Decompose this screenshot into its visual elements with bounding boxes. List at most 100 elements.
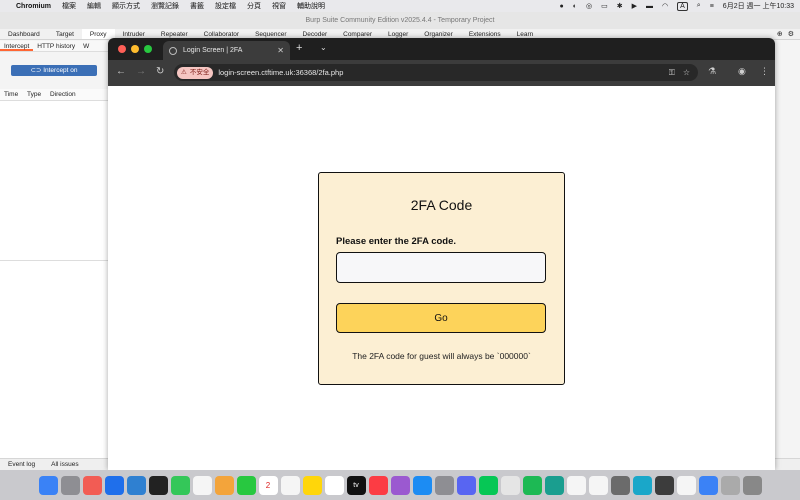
app-icon[interactable] <box>654 475 674 495</box>
apple-tv-icon[interactable]: tv <box>346 475 366 495</box>
app-icon[interactable] <box>632 475 652 495</box>
column-direction[interactable]: Direction <box>46 89 76 100</box>
bluetooth-icon[interactable]: ✱ <box>617 2 623 10</box>
menu-tab[interactable]: 分頁 <box>247 1 261 11</box>
spotify-icon[interactable] <box>522 475 542 495</box>
burp-table-header: Time Type Direction <box>0 89 110 101</box>
close-window-button[interactable] <box>118 45 126 53</box>
burp-all-issues-tab[interactable]: All issues <box>43 459 86 470</box>
minimize-window-button[interactable] <box>131 45 139 53</box>
status-app-icon[interactable]: ◐ <box>573 3 577 10</box>
finder-icon[interactable] <box>38 475 58 495</box>
back-arrow-icon[interactable]: ← <box>116 66 126 77</box>
kebab-menu-icon[interactable]: ⋮ <box>760 66 769 77</box>
terminal-icon[interactable] <box>148 475 168 495</box>
twofa-code-input[interactable] <box>336 252 546 283</box>
menu-history[interactable]: 瀏覽記錄 <box>151 1 179 11</box>
app-icon[interactable] <box>566 475 586 495</box>
window-controls <box>118 45 152 53</box>
app-icon[interactable] <box>676 475 696 495</box>
column-time[interactable]: Time <box>0 89 23 100</box>
music-icon[interactable] <box>368 475 388 495</box>
safari-icon[interactable] <box>104 475 124 495</box>
input-source-icon[interactable]: A <box>677 1 688 11</box>
app-icon[interactable] <box>544 475 564 495</box>
line-icon[interactable] <box>478 475 498 495</box>
spotlight-search-icon[interactable]: ⌕ <box>697 2 701 10</box>
browser-tab-active[interactable]: Login Screen | 2FA ✕ <box>163 41 290 60</box>
burp-tab-target[interactable]: Target <box>48 29 82 39</box>
messages-icon[interactable] <box>170 475 190 495</box>
burp-subtab-websockets[interactable]: W <box>79 41 93 51</box>
flask-icon[interactable]: ⚗ <box>708 66 716 77</box>
contacts-icon[interactable] <box>280 475 300 495</box>
column-type[interactable]: Type <box>23 89 46 100</box>
burp-pane-divider[interactable] <box>0 260 110 261</box>
new-tab-button[interactable]: + <box>296 42 302 54</box>
calendar-icon[interactable]: 2 <box>258 475 278 495</box>
status-app-icon[interactable]: ▭ <box>601 2 608 10</box>
app-icon[interactable] <box>610 475 630 495</box>
url-text[interactable]: login-screen.ctftime.uk:36368/2fa.php <box>218 68 343 77</box>
control-center-icon[interactable]: ≡ <box>710 3 714 10</box>
menubar-clock[interactable]: 6月2日 週一 上午10:33 <box>723 1 794 11</box>
twofa-card: 2FA Code Please enter the 2FA code. Go T… <box>318 172 565 385</box>
burp-subtab-http-history[interactable]: HTTP history <box>33 41 79 51</box>
app-store-icon[interactable] <box>412 475 432 495</box>
address-bar[interactable]: ⚠ 不安全 login-screen.ctftime.uk:36368/2fa.… <box>174 64 698 81</box>
menu-help[interactable]: 輔助說明 <box>297 1 325 11</box>
profile-icon[interactable]: ◉ <box>738 66 746 77</box>
photos-icon[interactable] <box>214 475 234 495</box>
close-tab-icon[interactable]: ✕ <box>277 46 284 55</box>
downloads-stack-icon[interactable] <box>720 475 740 495</box>
bookmark-star-icon[interactable]: ☆ <box>683 68 690 78</box>
discord-icon[interactable] <box>456 475 476 495</box>
facetime-icon[interactable] <box>236 475 256 495</box>
security-warning-chip[interactable]: ⚠ 不安全 <box>177 66 214 79</box>
mail-icon[interactable] <box>192 475 212 495</box>
zoom-window-button[interactable] <box>144 45 152 53</box>
menu-app-name[interactable]: Chromium <box>16 3 51 10</box>
play-icon[interactable]: ▶ <box>632 2 637 10</box>
toggle-icon: ⊂⊃ <box>30 67 44 74</box>
burp-subtab-intercept[interactable]: Intercept <box>0 41 34 51</box>
gear-icon[interactable]: ⚙ <box>788 29 794 39</box>
warning-triangle-icon: ⚠ <box>181 68 187 76</box>
menu-bookmarks[interactable]: 書籤 <box>190 1 204 11</box>
key-icon[interactable]: ⚿ <box>669 68 675 78</box>
tab-search-chevron-icon[interactable]: ⌄ <box>320 43 327 52</box>
forward-arrow-icon[interactable]: → <box>136 66 146 77</box>
menu-edit[interactable]: 編輯 <box>87 1 101 11</box>
reminders-icon[interactable] <box>324 475 344 495</box>
go-button[interactable]: Go <box>336 303 546 333</box>
trash-icon[interactable] <box>742 475 762 495</box>
vscode-icon[interactable] <box>126 475 146 495</box>
textedit-icon[interactable] <box>588 475 608 495</box>
menu-view[interactable]: 顯示方式 <box>112 1 140 11</box>
globe-icon <box>169 46 177 55</box>
burp-tab-dashboard[interactable]: Dashboard <box>0 29 48 39</box>
app-icon[interactable] <box>500 475 520 495</box>
tab-title: Login Screen | 2FA <box>183 47 243 54</box>
globe-icon[interactable]: ⊕ <box>777 29 783 39</box>
podcasts-icon[interactable] <box>390 475 410 495</box>
app-icon[interactable] <box>82 475 102 495</box>
notes-icon[interactable] <box>302 475 322 495</box>
system-settings-icon[interactable] <box>434 475 454 495</box>
menu-file[interactable]: 檔案 <box>62 1 76 11</box>
menu-window[interactable]: 視窗 <box>272 1 286 11</box>
chromium-icon[interactable] <box>698 475 718 495</box>
intercept-label: Intercept on <box>43 67 78 74</box>
page-viewport: 2FA Code Please enter the 2FA code. Go T… <box>108 86 775 470</box>
burp-proxy-subtabs: Intercept HTTP history W <box>0 41 110 52</box>
status-app-icon[interactable]: ● <box>560 3 564 10</box>
wifi-icon[interactable]: ◠ <box>662 2 668 10</box>
battery-icon[interactable]: ▬ <box>646 3 653 10</box>
intercept-toggle-button[interactable]: ⊂⊃ Intercept on <box>11 65 97 76</box>
status-app-icon[interactable]: ◎ <box>586 2 592 10</box>
reload-icon[interactable]: ↻ <box>156 66 164 77</box>
menu-profiles[interactable]: 設定檔 <box>215 1 236 11</box>
browser-toolbar: ← → ↻ ⚠ 不安全 login-screen.ctftime.uk:3636… <box>108 60 775 86</box>
burp-event-log-tab[interactable]: Event log <box>0 459 43 470</box>
launchpad-icon[interactable] <box>60 475 80 495</box>
